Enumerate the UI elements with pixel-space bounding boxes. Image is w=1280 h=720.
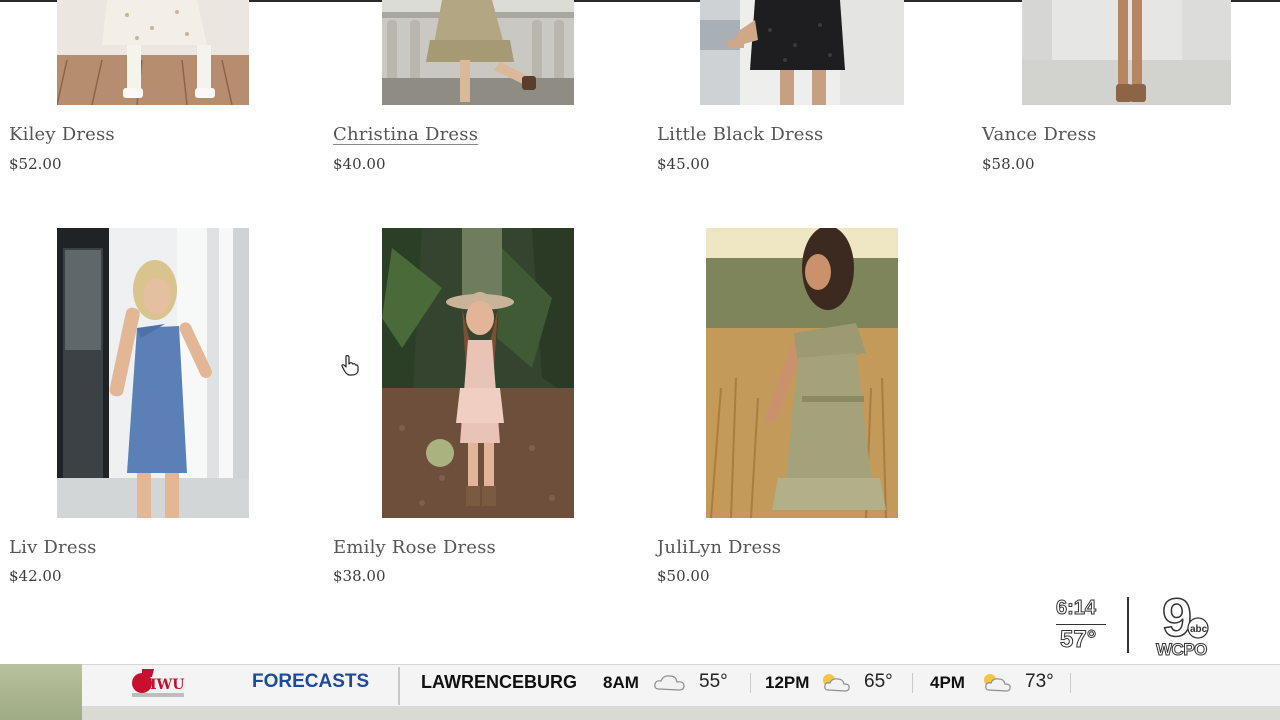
svg-text:IWU: IWU [150, 677, 184, 693]
product-price: $58.00 [982, 155, 1035, 173]
ticker-section-label: FORECASTS [252, 671, 370, 692]
forecast-time: 4PM [930, 673, 965, 692]
product-name[interactable]: Little Black Dress [657, 124, 824, 145]
channel-number: 9 [1162, 588, 1192, 648]
product-price: $45.00 [657, 155, 710, 173]
product-image[interactable] [382, 0, 574, 105]
product-price: $52.00 [9, 155, 62, 173]
product-image[interactable] [700, 0, 904, 105]
product-name[interactable]: JuliLyn Dress [657, 537, 781, 558]
ticker-divider [398, 667, 400, 705]
cloudy-icon [654, 675, 685, 691]
partly-sunny-icon [823, 674, 850, 692]
forecast-temp: 55° [699, 671, 728, 692]
product-name[interactable]: Emily Rose Dress [333, 537, 496, 558]
bug-divider [1127, 597, 1129, 653]
ticker-bottom-strip [82, 706, 1280, 720]
network-label: abc [1190, 624, 1208, 635]
hand-cursor-icon [341, 355, 359, 376]
product-price: $38.00 [333, 567, 386, 585]
current-temperature: 57° [1059, 626, 1097, 654]
ticker-divider [912, 673, 913, 693]
product-price: $40.00 [333, 155, 386, 173]
product-image[interactable] [57, 0, 249, 105]
forecast-temp: 65° [864, 671, 893, 692]
iwu-logo-icon: IWU [132, 669, 184, 697]
product-name[interactable]: Liv Dress [9, 537, 97, 558]
ticker-divider [750, 673, 751, 693]
product-image[interactable] [57, 228, 249, 518]
station-name: WCPO [1156, 640, 1208, 660]
partly-sunny-icon [984, 674, 1011, 692]
product-name[interactable]: Christina Dress [333, 124, 478, 145]
product-image[interactable] [382, 228, 574, 518]
forecast-time: 8AM [603, 673, 639, 692]
product-name[interactable]: Vance Dress [982, 124, 1097, 145]
forecast-time: 12PM [765, 673, 810, 692]
product-name[interactable]: Kiley Dress [9, 124, 115, 145]
product-price: $42.00 [9, 567, 62, 585]
broadcast-clock: 6:14 [1055, 597, 1097, 620]
product-image[interactable] [1022, 0, 1231, 105]
product-image[interactable] [706, 228, 898, 518]
clock-underline [1056, 624, 1106, 625]
forecast-temp: 73° [1025, 671, 1054, 692]
product-price: $50.00 [657, 567, 710, 585]
ticker-divider [1070, 673, 1071, 693]
ticker-city: LAWRENCEBURG [421, 672, 577, 692]
